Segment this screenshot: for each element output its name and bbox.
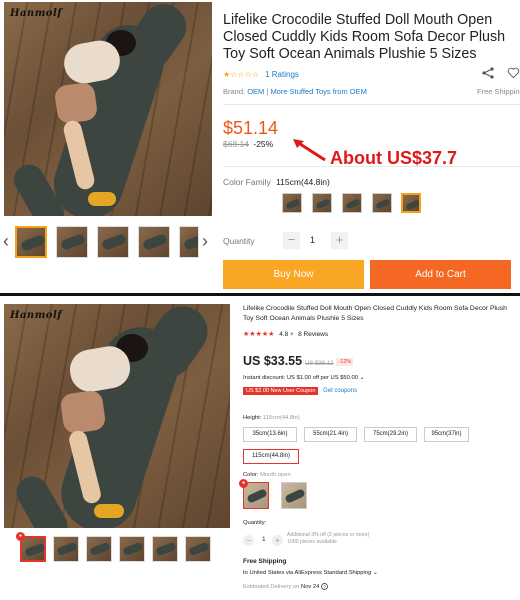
product-title: Lifelike Crocodile Stuffed Doll Mouth Op… xyxy=(223,12,506,62)
color-swatch-2[interactable] xyxy=(312,193,332,213)
svg-text:?: ? xyxy=(323,584,326,589)
girl-shoe xyxy=(88,192,116,206)
rating-stars: ★★★★★ xyxy=(243,331,275,338)
color-label: Color: xyxy=(243,472,259,478)
delivery-date: Nov 24 xyxy=(301,584,320,591)
wishlist-heart-icon[interactable] xyxy=(507,66,520,80)
add-to-cart-button[interactable]: Add to Cart xyxy=(370,260,511,289)
thumbnail-4[interactable] xyxy=(138,226,170,258)
quantity-value[interactable]: 1 xyxy=(262,536,266,543)
get-coupons-link[interactable]: Get coupons xyxy=(323,388,357,394)
rating-stars: ★☆☆☆☆ xyxy=(223,70,259,79)
color-family-row: Color Family 115cm(44.8in) xyxy=(223,177,330,187)
height-value: 115cm(44.8in) xyxy=(263,415,300,421)
brand-separator: | xyxy=(266,87,269,96)
product-main-image[interactable]: Hanmolf xyxy=(4,2,212,216)
quantity-increase-button[interactable]: + xyxy=(331,232,348,249)
shipping-method[interactable]: to United States via AliExpress Standard… xyxy=(243,570,378,576)
aliexpress-product-panel: Hanmolf ● Lifelike Crocodile Stuffed Dol… xyxy=(0,296,520,600)
color-row: Color: Mouth open xyxy=(243,472,291,478)
thumbnail-1[interactable] xyxy=(20,536,46,562)
quantity-decrease-button[interactable]: − xyxy=(243,535,254,546)
more-from-brand-link[interactable]: More Stuffed Toys from OEM xyxy=(270,87,366,96)
quantity-note: Additional 3% off (2 pieces or more) 100… xyxy=(287,532,369,546)
old-price-row: $68.14 -25% xyxy=(223,139,273,149)
thumbnail-1[interactable] xyxy=(15,226,47,258)
brand-link[interactable]: OEM xyxy=(247,87,264,96)
current-price: $51.14 xyxy=(223,118,279,138)
current-price: US $33.55 xyxy=(243,354,303,368)
delivery-label: Estimated Delivery on xyxy=(243,584,300,591)
thumbnail-2[interactable] xyxy=(56,226,88,258)
brand-watermark: Hanmolf xyxy=(10,8,63,19)
girl-skirt xyxy=(53,81,99,125)
height-row: Height: 115cm(44.8in) xyxy=(243,415,300,421)
price-row: US $33.55 US $38.12 -12% xyxy=(243,354,354,368)
stock-available-note: 1000 pieces available xyxy=(287,539,337,545)
divider xyxy=(223,166,520,167)
color-swatch-mouth-closed[interactable] xyxy=(281,482,307,509)
size-option-95cm[interactable]: 95cm(37in) xyxy=(424,427,469,442)
live-badge-icon: ● xyxy=(16,532,25,541)
thumbnail-5[interactable] xyxy=(152,536,178,562)
thumbnail-5[interactable] xyxy=(179,226,199,258)
bulk-discount-note: Additional 3% off (2 pieces or more) xyxy=(287,532,370,538)
annotation-arrow-icon xyxy=(293,139,326,162)
share-icon[interactable] xyxy=(481,66,495,80)
original-price: US $38.12 xyxy=(305,361,334,367)
free-shipping-label: Free Shipping xyxy=(477,87,520,96)
thumbnail-3[interactable] xyxy=(86,536,112,562)
product-main-image[interactable]: Hanmolf xyxy=(4,304,230,528)
height-label: Height: xyxy=(243,415,262,421)
quantity-label: Quantity xyxy=(223,236,255,246)
color-swatch-4[interactable] xyxy=(372,193,392,213)
size-option-35cm[interactable]: 35cm(13.6in) xyxy=(243,427,297,442)
color-swatch-5[interactable] xyxy=(401,193,421,213)
discount-percent: -25% xyxy=(253,139,274,149)
color-value: Mouth open xyxy=(260,472,291,478)
rating-row: ★☆☆☆☆ 1 Ratings xyxy=(223,70,299,79)
thumbnail-2[interactable] xyxy=(53,536,79,562)
brand-watermark: Hanmolf xyxy=(10,310,63,321)
rating-row: ★★★★★ 4.8 ▾ 8 Reviews xyxy=(243,330,328,338)
lazada-product-panel: Hanmolf ‹ › Lifelike Crocodile Stuffed D… xyxy=(0,0,520,292)
thumbs-next-arrow[interactable]: › xyxy=(202,232,208,250)
original-price: $68.14 xyxy=(223,139,249,149)
size-option-75cm[interactable]: 75cm(29.2in) xyxy=(364,427,417,442)
product-title: Lifelike Crocodile Stuffed Doll Mouth Op… xyxy=(243,305,507,322)
quantity-decrease-button[interactable]: − xyxy=(283,232,300,249)
reviews-link[interactable]: 8 Reviews xyxy=(298,331,328,338)
live-badge-icon: ● xyxy=(239,479,248,488)
quantity-label: Quantity: xyxy=(243,520,267,526)
quantity-increase-button[interactable]: + xyxy=(272,535,283,546)
brand-row: Brand: OEM | More Stuffed Toys from OEM xyxy=(223,87,367,96)
coupon-row: US $2.00 New User Coupon Get coupons xyxy=(243,387,357,395)
color-family-value: 115cm(44.8in) xyxy=(276,177,330,187)
instant-discount[interactable]: Instant discount: US $1.00 off per US $5… xyxy=(243,375,364,381)
thumbnail-strip xyxy=(0,224,212,260)
thumbnail-3[interactable] xyxy=(97,226,129,258)
ratings-count-link[interactable]: 1 Ratings xyxy=(265,70,299,79)
size-option-55cm[interactable]: 55cm(21.4in) xyxy=(304,427,357,442)
thumbnail-4[interactable] xyxy=(119,536,145,562)
new-user-coupon-badge[interactable]: US $2.00 New User Coupon xyxy=(243,387,319,395)
shipping-title: Free Shipping xyxy=(243,558,287,565)
size-option-115cm[interactable]: 115cm(44.8in) xyxy=(243,449,299,464)
brand-label: Brand: xyxy=(223,87,246,96)
help-question-icon[interactable]: ? xyxy=(321,583,328,590)
buy-now-button[interactable]: Buy Now xyxy=(223,260,364,289)
quantity-value[interactable]: 1 xyxy=(310,235,315,245)
divider xyxy=(223,104,520,105)
rating-caret-icon[interactable]: ▾ xyxy=(290,331,293,338)
color-family-label: Color Family xyxy=(223,177,271,187)
girl-shoe xyxy=(94,504,124,518)
color-swatch-3[interactable] xyxy=(342,193,362,213)
discount-percent: -12% xyxy=(336,357,354,366)
girl-skirt xyxy=(59,389,107,435)
estimated-delivery: Estimated Delivery on Nov 24 ? xyxy=(243,583,328,590)
color-swatch-1[interactable] xyxy=(282,193,302,213)
rating-value: 4.8 xyxy=(279,331,289,338)
thumbnail-6[interactable] xyxy=(185,536,211,562)
